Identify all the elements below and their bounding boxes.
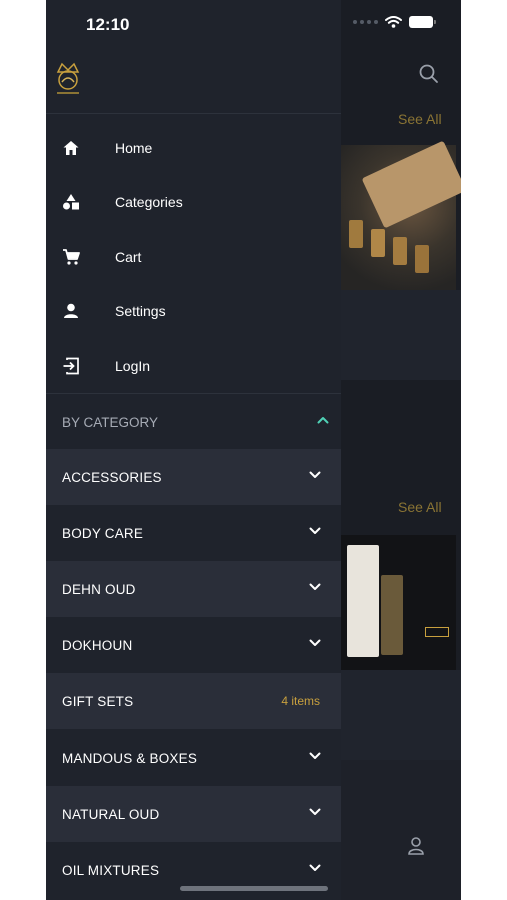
- wifi-icon: [385, 16, 402, 28]
- nav-label: Categories: [115, 194, 183, 210]
- shapes-icon: [63, 194, 79, 210]
- nav-item-home[interactable]: Home: [46, 121, 341, 175]
- chevron-down-icon: [309, 864, 321, 871]
- category-label: BODY CARE: [62, 525, 144, 541]
- nav-item-settings[interactable]: Settings: [46, 284, 341, 338]
- chevron-down-icon: [309, 808, 321, 815]
- nav-label: Home: [115, 140, 153, 156]
- category-row-dehn-oud[interactable]: DEHN OUD: [46, 561, 341, 617]
- nav-item-login[interactable]: LogIn: [46, 339, 341, 393]
- chevron-down-icon: [309, 752, 321, 759]
- category-label: NATURAL OUD: [62, 806, 160, 822]
- product-image[interactable]: [341, 535, 456, 670]
- see-all-link[interactable]: See All: [398, 499, 442, 515]
- category-label: GIFT SETS: [62, 693, 134, 709]
- status-time: 12:10: [86, 15, 130, 34]
- category-row-natural-oud[interactable]: NATURAL OUD: [46, 786, 341, 842]
- signal-icon: [353, 20, 378, 24]
- nav-label: Settings: [115, 303, 166, 319]
- category-label: MANDOUS & BOXES: [62, 750, 198, 766]
- home-icon: [63, 141, 79, 155]
- nav-item-cart[interactable]: Cart: [46, 230, 341, 284]
- category-row-body-care[interactable]: BODY CARE: [46, 505, 341, 561]
- product-card[interactable]: [341, 670, 461, 760]
- see-all-link[interactable]: See All: [398, 111, 442, 127]
- item-count-badge: 4 items: [281, 694, 320, 708]
- category-label: DOKHOUN: [62, 637, 133, 653]
- home-indicator: [180, 886, 328, 891]
- category-label: DEHN OUD: [62, 581, 136, 597]
- chevron-down-icon: [309, 527, 321, 534]
- search-icon[interactable]: [419, 64, 439, 84]
- chevron-up-icon: [317, 417, 329, 424]
- person-icon: [64, 303, 78, 318]
- brand-logo: [56, 62, 80, 94]
- product-card[interactable]: [341, 290, 461, 380]
- category-row-gift-sets[interactable]: GIFT SETS 4 items: [46, 673, 341, 729]
- nav-item-categories[interactable]: Categories: [46, 175, 341, 229]
- bottom-tab-bar: [341, 760, 461, 900]
- divider: [46, 113, 341, 114]
- nav-label: Cart: [115, 249, 142, 265]
- category-section-header[interactable]: BY CATEGORY: [46, 394, 341, 450]
- phone-screen: See All See All Home Categories Cart Set…: [46, 0, 461, 900]
- category-section-title: BY CATEGORY: [62, 414, 159, 430]
- category-label: ACCESSORIES: [62, 469, 162, 485]
- chevron-down-icon: [309, 583, 321, 590]
- profile-icon[interactable]: [407, 836, 425, 856]
- category-label: OIL MIXTURES: [62, 862, 160, 878]
- battery-icon: [409, 16, 436, 28]
- chevron-down-icon: [309, 471, 321, 478]
- product-image[interactable]: [341, 140, 461, 290]
- category-row-dokhoun[interactable]: DOKHOUN: [46, 617, 341, 673]
- nav-label: LogIn: [115, 358, 151, 374]
- navigation-drawer: Home Categories Cart Settings LogIn BY C…: [46, 0, 341, 900]
- status-bar: 12:10: [46, 0, 461, 48]
- category-row-mandous-boxes[interactable]: MANDOUS & BOXES: [46, 730, 341, 786]
- status-icons: [353, 16, 436, 28]
- chevron-down-icon: [309, 639, 321, 646]
- login-icon: [63, 357, 79, 375]
- cart-icon: [63, 249, 80, 265]
- category-row-accessories[interactable]: ACCESSORIES: [46, 449, 341, 505]
